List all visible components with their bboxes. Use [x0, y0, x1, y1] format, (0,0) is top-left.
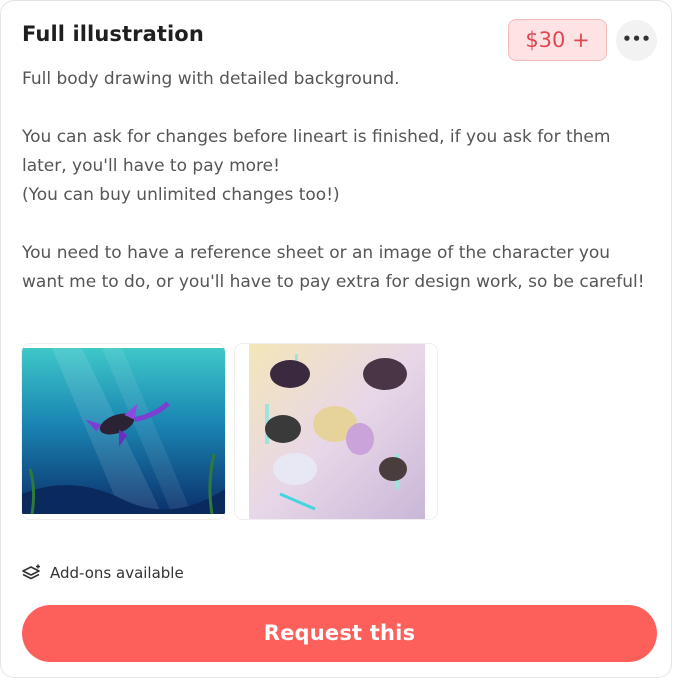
description-paragraph: (You can buy unlimited changes too!)	[22, 185, 340, 205]
addons-indicator: Add-ons available	[22, 562, 184, 584]
description-paragraph: You can ask for changes before lineart i…	[22, 127, 611, 176]
addons-label: Add-ons available	[50, 564, 184, 582]
listing-description: Full body drawing with detailed backgrou…	[22, 65, 652, 297]
more-options-button[interactable]: •••	[616, 20, 657, 61]
ellipsis-icon: •••	[622, 30, 651, 48]
commission-card: Full illustration $30 + ••• Full body dr…	[0, 0, 672, 678]
example-image-group[interactable]	[235, 344, 437, 519]
description-paragraph: Full body drawing with detailed backgrou…	[22, 69, 400, 89]
request-button[interactable]: Request this	[22, 605, 657, 662]
underwater-artwork	[22, 348, 225, 515]
description-paragraph: You need to have a reference sheet or an…	[22, 243, 645, 292]
group-artwork	[249, 344, 425, 519]
listing-title: Full illustration	[22, 22, 204, 46]
layers-plus-icon	[22, 564, 40, 580]
example-image-underwater[interactable]	[22, 344, 225, 519]
price-badge: $30 +	[508, 19, 607, 61]
